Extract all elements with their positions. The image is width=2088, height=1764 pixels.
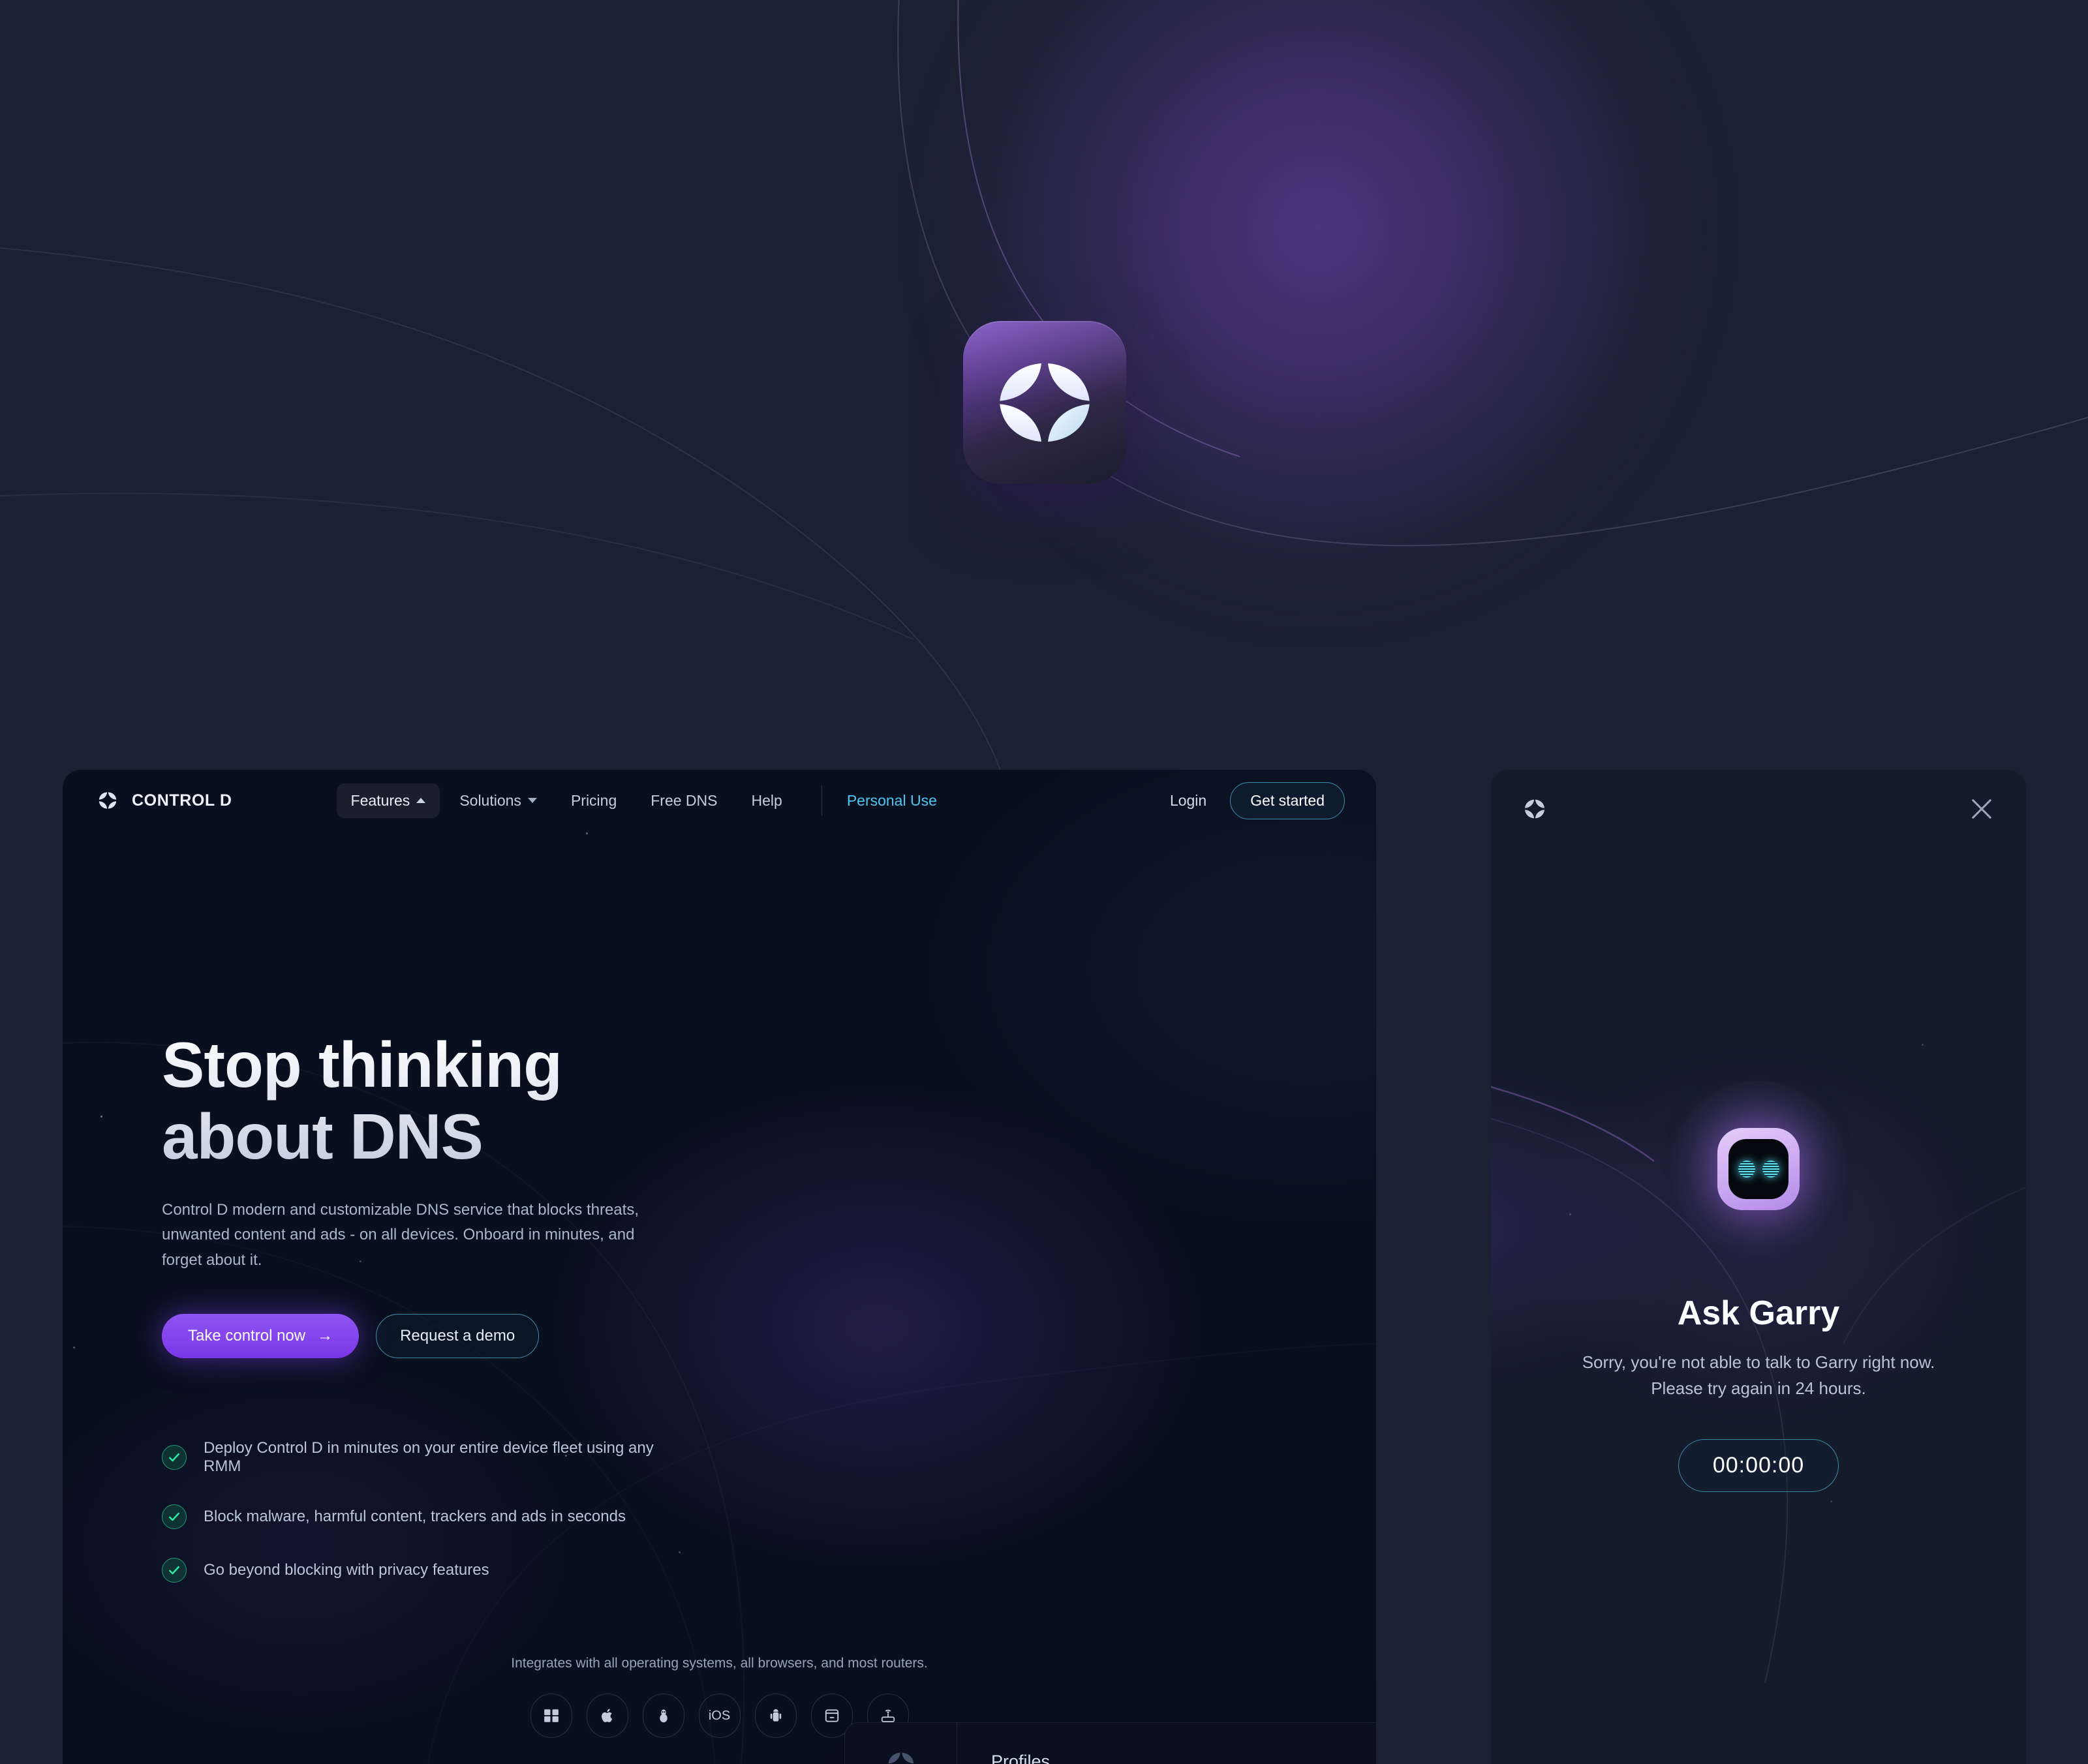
hero-checklist: Deploy Control D in minutes on your enti… [162, 1439, 684, 1583]
brand-logo[interactable]: CONTROL D [94, 791, 232, 810]
headline-line-2: about DNS [162, 1100, 483, 1172]
checklist-item: Block malware, harmful content, trackers… [162, 1504, 684, 1530]
nav-item-free-dns-label: Free DNS [651, 791, 718, 809]
control-d-petal-logo-large [1000, 363, 1090, 442]
android-icon[interactable] [754, 1694, 797, 1738]
arrow-right-icon: → [317, 1327, 333, 1345]
nav-links: Features Solutions Pricing Free DNS Help [336, 783, 937, 818]
ask-garry-panel: Ask Garry Sorry, you're not able to talk… [1491, 770, 2026, 1764]
nav-item-solutions-label: Solutions [459, 791, 521, 809]
integrates-line: Integrates with all operating systems, a… [511, 1656, 928, 1671]
checklist-item-label: Deploy Control D in minutes on your enti… [204, 1439, 654, 1476]
get-started-button[interactable]: Get started [1230, 782, 1345, 819]
garry-message: Sorry, you're not able to talk to Garry … [1582, 1352, 1935, 1398]
control-d-app-icon [963, 321, 1126, 484]
screenshot-root: CONTROL D Features Solutions Pricing Fre… [0, 0, 2088, 1764]
checklist-item-label: Go beyond blocking with privacy features [204, 1561, 489, 1579]
linux-icon[interactable] [642, 1694, 684, 1738]
nav-item-solutions[interactable]: Solutions [445, 783, 551, 818]
checklist-item: Deploy Control D in minutes on your enti… [162, 1439, 684, 1476]
garry-title: Ask Garry [1677, 1294, 1840, 1332]
checklist-item-label: Block malware, harmful content, trackers… [204, 1508, 626, 1526]
page-title: Stop thinking about DNS [162, 1029, 684, 1173]
garry-countdown-timer: 00:00:00 [1678, 1439, 1839, 1493]
profiles-title: Profiles [991, 1752, 1051, 1764]
chevron-up-icon [416, 798, 426, 803]
nav-divider [821, 785, 822, 815]
nav-item-pricing-label: Pricing [570, 791, 617, 809]
checklist-item: Go beyond blocking with privacy features [162, 1558, 684, 1583]
garry-eye-right [1762, 1160, 1779, 1178]
dashboard-sidebar [845, 1723, 957, 1764]
request-a-demo-button[interactable]: Request a demo [376, 1314, 540, 1359]
ios-icon[interactable]: iOS [698, 1694, 741, 1738]
nav-item-free-dns[interactable]: Free DNS [636, 783, 731, 818]
dashboard-logo [845, 1723, 957, 1764]
chevron-down-icon [527, 798, 537, 803]
check-icon [162, 1445, 187, 1470]
dashboard-preview: Profiles William Jason Macbook Pro 40 21 [844, 1722, 1376, 1764]
site-navbar: CONTROL D Features Solutions Pricing Fre… [63, 770, 1376, 831]
garry-content: Ask Garry Sorry, you're not able to talk… [1491, 770, 2026, 1764]
nav-personal-use-link[interactable]: Personal Use [847, 792, 937, 810]
take-control-now-button[interactable]: Take control now → [162, 1314, 360, 1359]
ios-label: iOS [708, 1708, 731, 1723]
garry-eye-left [1738, 1160, 1755, 1178]
purple-glow [933, 0, 1703, 613]
brand-name: CONTROL D [132, 791, 232, 810]
headline-line-1: Stop thinking [162, 1029, 562, 1101]
garry-robot-screen [1728, 1138, 1789, 1199]
hero-subtext: Control D modern and customizable DNS se… [162, 1200, 639, 1270]
website-preview-panel: CONTROL D Features Solutions Pricing Fre… [63, 770, 1376, 1764]
check-icon [162, 1504, 187, 1530]
garry-robot-icon [1717, 1127, 1800, 1210]
dashboard-content: Profiles William Jason Macbook Pro 40 21 [957, 1723, 1376, 1764]
nav-item-help-label: Help [751, 791, 782, 809]
nav-item-features-label: Features [350, 791, 410, 809]
control-d-logo-icon [888, 1752, 914, 1763]
control-d-logo-icon [99, 792, 117, 809]
windows-icon[interactable] [530, 1694, 572, 1738]
nav-item-pricing[interactable]: Pricing [557, 783, 631, 818]
check-icon [162, 1558, 187, 1583]
nav-item-help[interactable]: Help [737, 783, 797, 818]
login-link[interactable]: Login [1170, 792, 1206, 810]
nav-right-group: Login Get started [1170, 782, 1345, 819]
apple-icon[interactable] [586, 1694, 628, 1738]
nav-item-features[interactable]: Features [336, 783, 440, 818]
take-control-now-label: Take control now [188, 1327, 306, 1345]
hero-cta-row: Take control now → Request a demo [162, 1314, 684, 1359]
garry-avatar-halo [1670, 1080, 1847, 1257]
hero-section: Stop thinking about DNS Control D modern… [162, 1029, 684, 1583]
